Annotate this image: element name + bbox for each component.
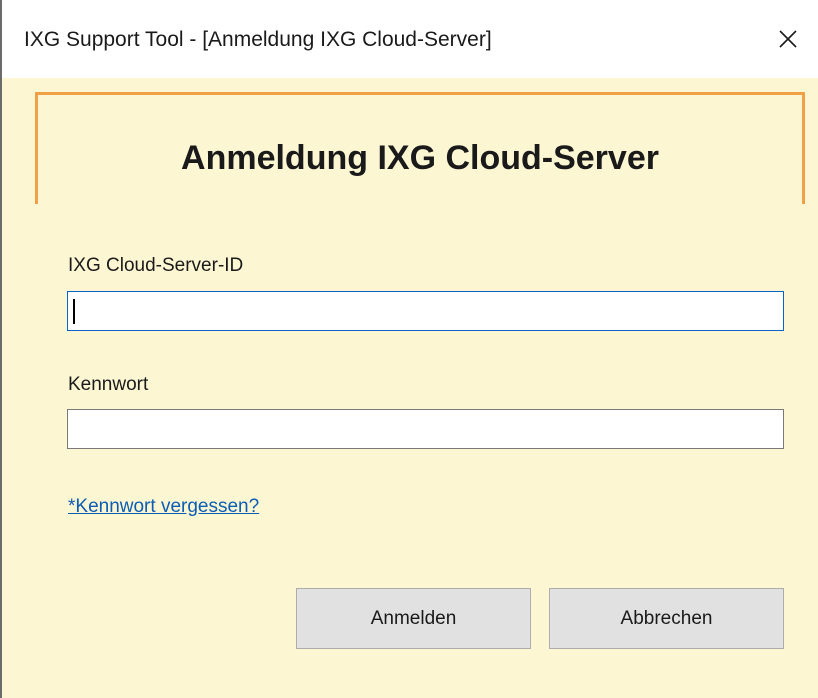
close-button[interactable] <box>758 0 818 78</box>
login-button[interactable]: Anmelden <box>296 588 531 649</box>
dialog-window: IXG Support Tool - [Anmeldung IXG Cloud-… <box>0 0 818 698</box>
server-id-label: IXG Cloud-Server-ID <box>68 255 244 276</box>
close-icon <box>779 30 797 48</box>
forgot-password-link[interactable]: *Kennwort vergessen? <box>68 496 259 518</box>
page-title: Anmeldung IXG Cloud-Server <box>181 139 659 177</box>
title-bar: IXG Support Tool - [Anmeldung IXG Cloud-… <box>2 0 818 78</box>
text-caret <box>73 299 75 324</box>
window-title: IXG Support Tool - [Anmeldung IXG Cloud-… <box>24 28 492 51</box>
password-label: Kennwort <box>68 374 149 395</box>
header-frame: Anmeldung IXG Cloud-Server <box>35 92 805 204</box>
password-field[interactable] <box>67 409 784 449</box>
cancel-button[interactable]: Abbrechen <box>549 588 784 649</box>
dialog-content: Anmeldung IXG Cloud-Server IXG Cloud-Ser… <box>2 78 818 698</box>
server-id-field[interactable] <box>67 291 784 331</box>
